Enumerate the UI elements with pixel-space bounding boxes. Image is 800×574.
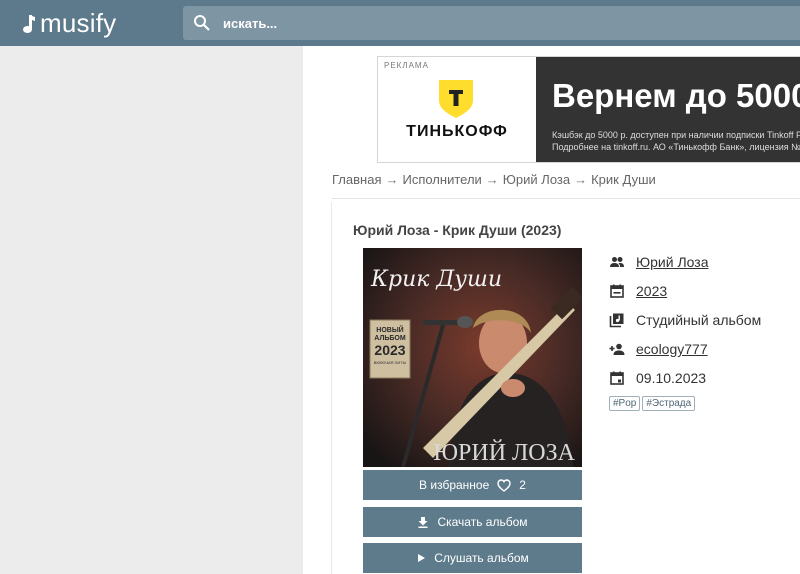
meta-uploader-row: ecology777 — [609, 339, 800, 359]
cover-title-text: Крик Души — [370, 267, 502, 292]
site-logo[interactable]: musify — [22, 8, 116, 39]
download-icon — [418, 517, 428, 528]
person-add-icon — [609, 343, 625, 355]
ad-promo-panel: Вернем до 5000 Кэшбэк до 5000 р. доступе… — [536, 57, 800, 162]
meta-date: 09.10.2023 — [636, 370, 707, 386]
listen-album-button[interactable]: Слушать альбом — [363, 543, 582, 573]
breadcrumb-artists[interactable]: Исполнители — [402, 172, 481, 187]
album-library-icon — [609, 313, 624, 328]
heart-icon — [497, 478, 511, 492]
play-icon — [418, 554, 426, 562]
favorite-label: В избранное — [419, 478, 490, 492]
main-content: РЕКЛАМА ТИНЬКОФФ Вернем до 5000 Кэшбэк д… — [303, 46, 800, 574]
album-cover[interactable]: НОВЫЙ АЛЬБОМ 2023 ВКЛЮЧАЯ ХИТЫ Крик Души… — [363, 248, 582, 467]
ad-line-2: Подробнее на tinkoff.ru. АО «Тинькофф Ба… — [552, 142, 800, 152]
meta-album-type: Студийный альбом — [636, 312, 762, 328]
ad-headline: Вернем до 5000 — [552, 77, 800, 114]
album-title: Юрий Лоза - Крик Души (2023) — [353, 222, 562, 238]
breadcrumb-artist[interactable]: Юрий Лоза — [503, 172, 570, 187]
ad-brand-panel: РЕКЛАМА ТИНЬКОФФ — [378, 57, 536, 162]
advertisement-banner[interactable]: РЕКЛАМА ТИНЬКОФФ Вернем до 5000 Кэшбэк д… — [377, 56, 800, 163]
search-input[interactable] — [221, 14, 625, 32]
music-note-icon — [23, 14, 35, 33]
meta-artist-link[interactable]: Юрий Лоза — [636, 254, 708, 270]
genre-tags: #Pop #Эстрада — [609, 396, 697, 411]
logo-text: musify — [40, 8, 117, 38]
ad-brand-name: ТИНЬКОФФ — [406, 123, 508, 140]
sticker-line-1: НОВЫЙ — [376, 325, 403, 334]
divider — [332, 198, 800, 199]
sticker-line-3: 2023 — [374, 342, 405, 358]
favorite-count: 2 — [519, 478, 526, 492]
meta-year-link[interactable]: 2023 — [636, 283, 667, 299]
search-bar[interactable] — [183, 6, 800, 40]
top-header: musify — [0, 0, 800, 46]
calendar-icon — [610, 284, 624, 298]
cover-artist-text: ЮРИЙ ЛОЗА — [433, 440, 575, 466]
search-icon — [194, 15, 210, 31]
breadcrumb-home[interactable]: Главная — [332, 172, 381, 187]
download-label: Скачать альбом — [437, 515, 528, 529]
meta-artist-row: Юрий Лоза — [609, 252, 800, 272]
tag-pop[interactable]: #Pop — [609, 396, 641, 411]
breadcrumb-arrow: → — [385, 172, 399, 187]
breadcrumb-arrow: → — [485, 172, 499, 187]
download-album-button[interactable]: Скачать альбом — [363, 507, 582, 537]
breadcrumb: Главная → Исполнители → Юрий Лоза → Крик Души — [332, 172, 656, 187]
meta-date-row: 09.10.2023 — [609, 368, 800, 388]
sticker-line-2: АЛЬБОМ — [374, 335, 406, 342]
add-to-favorites-button[interactable]: В избранное 2 — [363, 470, 582, 500]
album-cover-art: НОВЫЙ АЛЬБОМ 2023 ВКЛЮЧАЯ ХИТЫ Крик Души… — [363, 248, 582, 467]
tinkoff-shield-logo — [439, 80, 473, 118]
tag-estrada[interactable]: #Эстрада — [642, 396, 696, 411]
listen-label: Слушать альбом — [434, 551, 529, 565]
people-icon — [610, 257, 624, 267]
meta-uploader-link[interactable]: ecology777 — [636, 341, 708, 357]
sticker-line-4: ВКЛЮЧАЯ ХИТЫ — [374, 360, 407, 365]
event-icon — [610, 371, 624, 385]
meta-year-row: 2023 — [609, 281, 800, 301]
ad-line-1: Кэшбэк до 5000 р. доступен при наличии п… — [552, 130, 800, 140]
ad-label: РЕКЛАМА — [384, 61, 429, 70]
breadcrumb-current: Крик Души — [591, 172, 656, 187]
breadcrumb-arrow: → — [574, 172, 588, 187]
meta-type-row: Студийный альбом — [609, 310, 800, 330]
